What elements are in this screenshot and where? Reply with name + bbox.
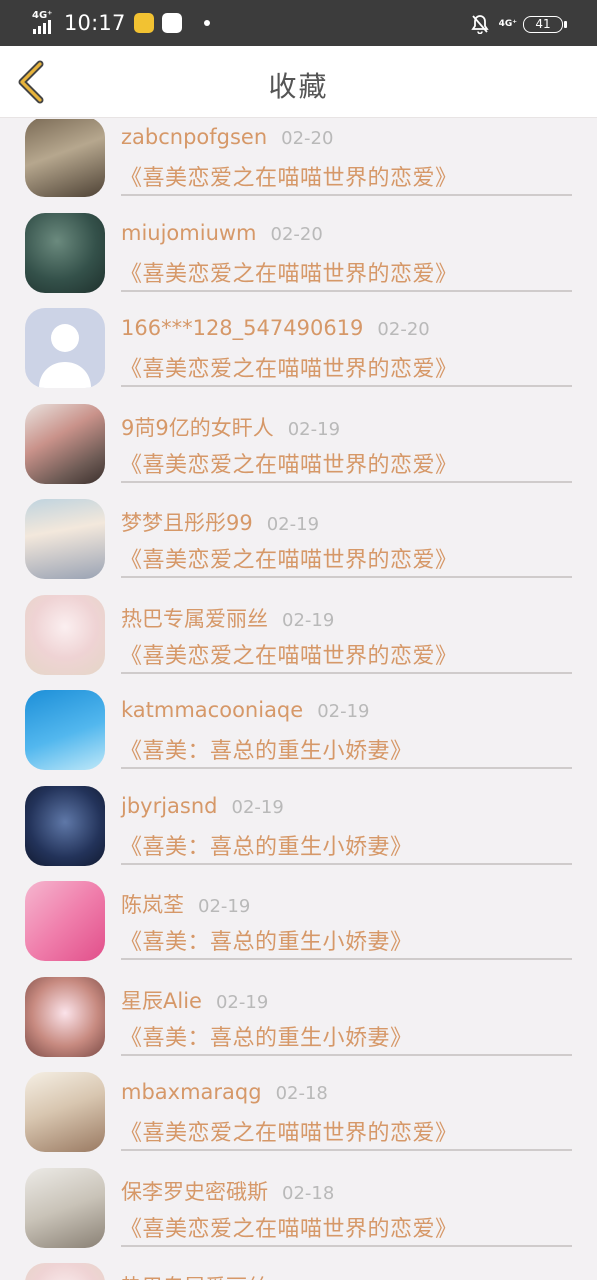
username[interactable]: jbyrjasnd [121, 794, 218, 818]
username[interactable]: 热巴专属爱丽丝 [121, 607, 268, 631]
list-item[interactable]: 热巴专属爱丽丝02-17 [0, 1246, 597, 1280]
username[interactable]: katmmacooniaqe [121, 698, 303, 722]
favorites-list[interactable]: zabcnpofgsen 02-20 《喜美恋爱之在喵喵世界的恋爱》 miujom… [0, 119, 597, 1280]
date: 02-18 [282, 1182, 335, 1204]
date: 02-19 [317, 701, 370, 722]
date: 02-19 [282, 609, 335, 631]
username[interactable]: 166***128_547490619 [121, 316, 363, 340]
date: 02-19 [198, 896, 251, 917]
book-title[interactable]: 《喜美：喜总的重生小娇妻》 [120, 733, 413, 765]
battery-icon: 41 [523, 15, 567, 33]
list-item[interactable]: katmmacooniaqe 02-19 《喜美：喜总的重生小娇妻》 [0, 673, 597, 770]
date: 02-20 [281, 128, 334, 149]
username[interactable]: 9苘9亿的女盰人 [121, 416, 274, 440]
list-item[interactable]: zabcnpofgsen 02-20 《喜美恋爱之在喵喵世界的恋爱》 [0, 119, 597, 197]
date: 02-19 [266, 514, 320, 535]
item-meta: 保李罗史密硪斯 02-18 [121, 1176, 334, 1206]
page-title: 收藏 [268, 70, 329, 103]
list-item[interactable]: 陈岚荃 02-19 《喜美：喜总的重生小娇妻》 [0, 864, 597, 961]
username[interactable]: 陈岚荃 [121, 893, 184, 917]
item-meta: 热巴专属爱丽丝 02-19 [121, 603, 334, 633]
scorpio-avatar[interactable] [25, 881, 105, 961]
username[interactable]: miujomiuwm [121, 221, 257, 245]
item-meta: 陈岚荃 02-19 [121, 889, 250, 919]
anime-avatar-11[interactable] [25, 1072, 105, 1152]
face-icon [133, 13, 154, 33]
list-item[interactable]: 9苘9亿的女盰人 02-19 《喜美恋爱之在喵喵世界的恋爱》 [0, 387, 597, 484]
book-title[interactable]: 《喜美恋爱之在喵喵世界的恋爱》 [120, 542, 458, 574]
book-title[interactable]: 《喜美恋爱之在喵喵世界的恋爱》 [120, 256, 458, 288]
book-title[interactable]: 《喜美恋爱之在喵喵世界的恋爱》 [120, 1115, 458, 1147]
list-item[interactable]: miujomiuwm 02-20 《喜美恋爱之在喵喵世界的恋爱》 [0, 196, 597, 293]
username[interactable]: zabcnpofgsen [121, 125, 267, 149]
username[interactable]: 保李罗史密硪斯 [121, 1180, 268, 1204]
item-meta: miujomiuwm 02-20 [121, 221, 323, 251]
anime-avatar-12[interactable] [25, 1167, 105, 1248]
book-title[interactable]: 《喜美：喜总的重生小娇妻》 [120, 1020, 413, 1052]
list-item[interactable]: 保李罗史密硪斯 02-18 《喜美恋爱之在喵喵世界的恋爱》 [0, 1151, 597, 1248]
item-meta: 梦梦且彤彤99 02-19 [121, 507, 319, 537]
photo-avatar-2[interactable] [25, 212, 105, 293]
default-avatar[interactable] [25, 308, 105, 388]
username[interactable]: 热巴专属爱丽丝 [121, 1275, 268, 1280]
date: 02-18 [275, 1083, 328, 1104]
photo-avatar-8[interactable] [25, 785, 105, 866]
photo-avatar-1[interactable] [25, 119, 105, 197]
anime-avatar-6[interactable] [25, 1263, 105, 1280]
item-meta: jbyrjasnd 02-19 [121, 794, 284, 824]
item-meta: 166***128_547490619 02-20 [121, 316, 430, 346]
book-title[interactable]: 《喜美恋爱之在喵喵世界的恋爱》 [120, 447, 458, 479]
book-title[interactable]: 《喜美恋爱之在喵喵世界的恋爱》 [120, 160, 458, 192]
list-item[interactable]: jbyrjasnd 02-19 《喜美：喜总的重生小娇妻》 [0, 769, 597, 866]
book-title[interactable]: 《喜美恋爱之在喵喵世界的恋爱》 [120, 1211, 458, 1243]
book-title[interactable]: 《喜美：喜总的重生小娇妻》 [120, 829, 413, 861]
list-item[interactable]: 热巴专属爱丽丝 02-19 《喜美恋爱之在喵喵世界的恋爱》 [0, 578, 597, 675]
item-meta: zabcnpofgsen 02-20 [121, 125, 333, 155]
item-meta: mbaxmaraqg 02-18 [121, 1080, 328, 1110]
status-left: 4G⁺ 10:17 [32, 10, 210, 36]
date: 02-20 [377, 319, 430, 340]
notification-dot [203, 20, 210, 26]
status-right: 4G⁺ 41 [470, 12, 567, 36]
photo-avatar-4[interactable] [25, 403, 105, 484]
paper-plane-avatar[interactable] [25, 690, 105, 770]
network-label-right: 4G⁺ [498, 19, 517, 29]
mute-bell-icon [470, 15, 489, 34]
signal-icon: 4G⁺ [32, 11, 58, 35]
username[interactable]: 星辰Alie [121, 989, 202, 1013]
username[interactable]: 梦梦且彤彤99 [121, 511, 253, 535]
date: 02-19 [215, 991, 269, 1013]
date: 02-20 [270, 223, 323, 245]
book-title[interactable]: 《喜美恋爱之在喵喵世界的恋爱》 [120, 351, 458, 383]
list-item[interactable]: 梦梦且彤彤99 02-19 《喜美恋爱之在喵喵世界的恋爱》 [0, 482, 597, 579]
item-meta: 热巴专属爱丽丝02-17 [121, 1271, 334, 1280]
photo-avatar-5[interactable] [25, 499, 105, 579]
book-title[interactable]: 《喜美：喜总的重生小娇妻》 [120, 924, 413, 956]
status-bar: 4G⁺ 10:17 4G⁺ 41 [0, 0, 597, 46]
anime-avatar-10[interactable] [25, 976, 105, 1057]
book-title[interactable]: 《喜美恋爱之在喵喵世界的恋爱》 [120, 638, 458, 670]
username[interactable]: mbaxmaraqg [121, 1080, 262, 1104]
date: 02-19 [231, 796, 284, 818]
item-meta: 9苘9亿的女盰人 02-19 [121, 412, 340, 442]
nav-header: 收藏 [0, 46, 597, 118]
item-meta: katmmacooniaqe 02-19 [121, 698, 370, 728]
person-icon [39, 324, 91, 388]
list-item[interactable]: 星辰Alie 02-19 《喜美：喜总的重生小娇妻》 [0, 960, 597, 1057]
anime-avatar-6[interactable] [25, 594, 105, 675]
list-item[interactable]: mbaxmaraqg 02-18 《喜美恋爱之在喵喵世界的恋爱》 [0, 1055, 597, 1152]
date: 02-19 [287, 418, 341, 440]
item-meta: 星辰Alie 02-19 [121, 985, 268, 1015]
list-item[interactable]: 166***128_547490619 02-20 《喜美恋爱之在喵喵世界的恋爱》 [0, 291, 597, 388]
clock: 10:17 [64, 11, 126, 35]
mail-icon [161, 13, 182, 33]
